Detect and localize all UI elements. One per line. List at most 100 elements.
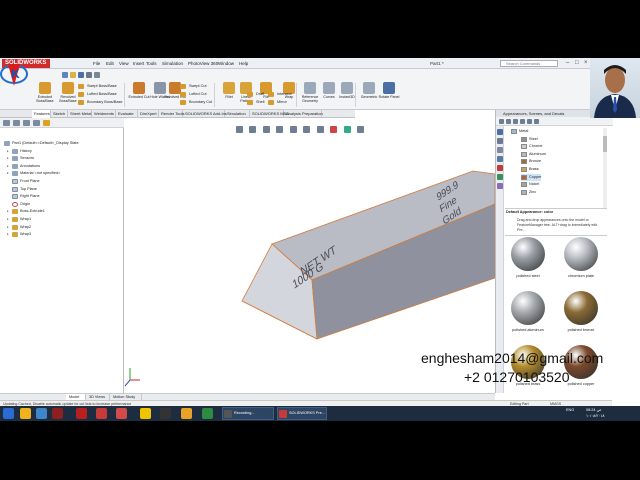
- swept-boss-base-button[interactable]: Swept Boss/Base: [78, 83, 117, 90]
- file-explorer-taskbar-icon[interactable]: [20, 408, 31, 419]
- solidworks-taskbar-icon[interactable]: [96, 408, 107, 419]
- menu-help[interactable]: Help: [239, 58, 248, 69]
- tray-date[interactable]: ۱۰/۰۸/۲۰۱۸: [586, 414, 604, 419]
- tree-item-wrap2[interactable]: Wrap2: [12, 224, 31, 231]
- shell-button[interactable]: Shell: [247, 99, 264, 106]
- design-library-icon[interactable]: [497, 138, 503, 144]
- tab-solidworks-mbd[interactable]: SOLIDWORKS MBD: [250, 110, 289, 118]
- browser-taskbar-icon[interactable]: [36, 408, 47, 419]
- taskbar-recording-button[interactable]: Recording...: [222, 407, 274, 420]
- new-document-icon[interactable]: [62, 72, 68, 78]
- appearance-folder-copper[interactable]: Copper: [521, 173, 542, 181]
- forum-icon[interactable]: [497, 183, 503, 189]
- menu-file[interactable]: File: [93, 58, 100, 69]
- tree-item-front-plane[interactable]: Front Plane: [12, 178, 40, 185]
- appearance-folder-zinc[interactable]: Zinc: [521, 189, 536, 196]
- refresh-icon[interactable]: [534, 119, 539, 124]
- home-icon[interactable]: [527, 119, 532, 124]
- menu-window[interactable]: Window: [218, 58, 234, 69]
- tab-sketch[interactable]: Sketch: [51, 110, 68, 118]
- tab-simulation[interactable]: Simulation: [225, 110, 250, 118]
- boundary-boss-base-button[interactable]: Boundary Boss/Base: [78, 99, 122, 106]
- display-manager-tab-icon[interactable]: [43, 120, 50, 126]
- tab-sheet-metal[interactable]: Sheet Metal: [68, 110, 92, 118]
- rotate-panel-button[interactable]: Rotate Panel: [378, 82, 400, 99]
- expand-arrow-icon[interactable]: ▸: [7, 170, 9, 177]
- add-folder-icon[interactable]: [520, 119, 525, 124]
- tab-dimxpert[interactable]: DimXpert: [138, 110, 159, 118]
- open-icon[interactable]: [70, 72, 76, 78]
- file-explorer-icon[interactable]: [497, 147, 503, 153]
- tab-weldments[interactable]: Weldments: [92, 110, 116, 118]
- tree-item-boss-extrude1[interactable]: Boss-Extrude1: [12, 208, 45, 215]
- tree-item-wrap3[interactable]: Wrap3: [12, 231, 31, 238]
- appearance-swatch[interactable]: polished aluminum: [505, 291, 551, 347]
- taskbar-solidworks-button[interactable]: SOLIDWORKS Pre...: [277, 407, 327, 420]
- appearances-icon[interactable]: [497, 165, 503, 171]
- menu-insert[interactable]: Insert: [133, 58, 144, 69]
- menu-view[interactable]: View: [119, 58, 129, 69]
- scrollbar-thumb[interactable]: [603, 136, 607, 152]
- mirror-button[interactable]: Mirror: [268, 99, 287, 106]
- tree-item-material-not-specified[interactable]: Material <not specified>: [12, 170, 60, 177]
- expand-arrow-icon[interactable]: ▸: [7, 224, 9, 231]
- extruded-cut-button[interactable]: Extruded Cut: [128, 82, 150, 99]
- app-taskbar-icon[interactable]: [160, 408, 171, 419]
- up-icon[interactable]: [513, 119, 518, 124]
- expand-arrow-icon[interactable]: ▸: [7, 163, 9, 170]
- menu-edit[interactable]: Edit: [106, 58, 114, 69]
- forward-icon[interactable]: [506, 119, 511, 124]
- autocad-taskbar-icon[interactable]: [76, 408, 87, 419]
- menu-tools[interactable]: Tools: [146, 58, 157, 69]
- appearance-folder-steel[interactable]: Steel: [521, 136, 538, 143]
- appearance-folder-bronze[interactable]: Bronze: [521, 158, 541, 165]
- back-icon[interactable]: [499, 119, 504, 124]
- tree-item-part1-default-default-display-state[interactable]: Part1 (Default<<Default>_Display State: [4, 140, 79, 147]
- tree-item-right-plane[interactable]: Right Plane: [12, 193, 40, 200]
- tab-evaluate[interactable]: Evaluate: [116, 110, 138, 118]
- intersect-button[interactable]: Intersect: [268, 91, 292, 98]
- tab-render-tools[interactable]: Render Tools: [159, 110, 185, 118]
- tree-item-origin[interactable]: Origin: [12, 201, 30, 208]
- tab-analysis-preparation[interactable]: Analysis Preparation: [284, 110, 323, 118]
- chrome-taskbar-icon[interactable]: [202, 408, 213, 419]
- revolved-boss-base-button[interactable]: Revolved Boss/Base: [57, 82, 79, 103]
- tray-language[interactable]: ENG: [566, 408, 574, 413]
- expand-arrow-icon[interactable]: ▸: [7, 155, 9, 162]
- configuration-manager-tab-icon[interactable]: [23, 120, 30, 126]
- minimize-button[interactable]: –: [566, 59, 569, 68]
- feature-manager-tab-icon[interactable]: [3, 120, 10, 126]
- appearance-folder-nickel[interactable]: Nickel: [521, 181, 539, 188]
- draft-button[interactable]: Draft: [247, 91, 264, 98]
- menu-photoview-360[interactable]: PhotoView 360: [188, 58, 218, 69]
- swept-cut-button[interactable]: Swept Cut: [180, 83, 207, 90]
- red-app-taskbar-icon[interactable]: [52, 408, 63, 419]
- appearance-folder-brass[interactable]: Brass: [521, 166, 539, 173]
- close-button[interactable]: ×: [584, 59, 588, 68]
- search-commands-input[interactable]: Search Commands: [500, 60, 558, 67]
- save-icon[interactable]: [78, 72, 84, 78]
- tree-item-sensors[interactable]: Sensors: [12, 155, 34, 162]
- undo-icon[interactable]: [94, 72, 100, 78]
- lofted-cut-button[interactable]: Lofted Cut: [180, 91, 207, 98]
- restore-button[interactable]: □: [575, 59, 579, 68]
- appearance-swatch[interactable]: polished bronze: [558, 291, 604, 347]
- appearance-swatch[interactable]: polished steel: [505, 237, 551, 293]
- boundary-cut-button[interactable]: Boundary Cut: [180, 99, 212, 106]
- appearance-folder-metal[interactable]: Metal: [511, 128, 528, 135]
- geometric-button[interactable]: Geometric: [358, 82, 380, 99]
- print-icon[interactable]: [86, 72, 92, 78]
- tree-item-history[interactable]: History: [12, 148, 32, 155]
- expand-arrow-icon[interactable]: ▸: [7, 216, 9, 223]
- archicad-taskbar-icon[interactable]: [140, 408, 151, 419]
- menu-simulation[interactable]: Simulation: [162, 58, 183, 69]
- tab-features[interactable]: Features: [32, 110, 51, 118]
- start-icon[interactable]: [3, 408, 14, 419]
- dimxpert-manager-tab-icon[interactable]: [33, 120, 40, 126]
- expand-arrow-icon[interactable]: ▸: [7, 231, 9, 238]
- tree-item-top-plane[interactable]: Top Plane: [12, 186, 37, 193]
- lofted-boss-base-button[interactable]: Lofted Boss/Base: [78, 91, 117, 98]
- firefox-taskbar-icon[interactable]: [181, 408, 192, 419]
- expand-arrow-icon[interactable]: ▸: [7, 208, 9, 215]
- expand-arrow-icon[interactable]: ▸: [7, 148, 9, 155]
